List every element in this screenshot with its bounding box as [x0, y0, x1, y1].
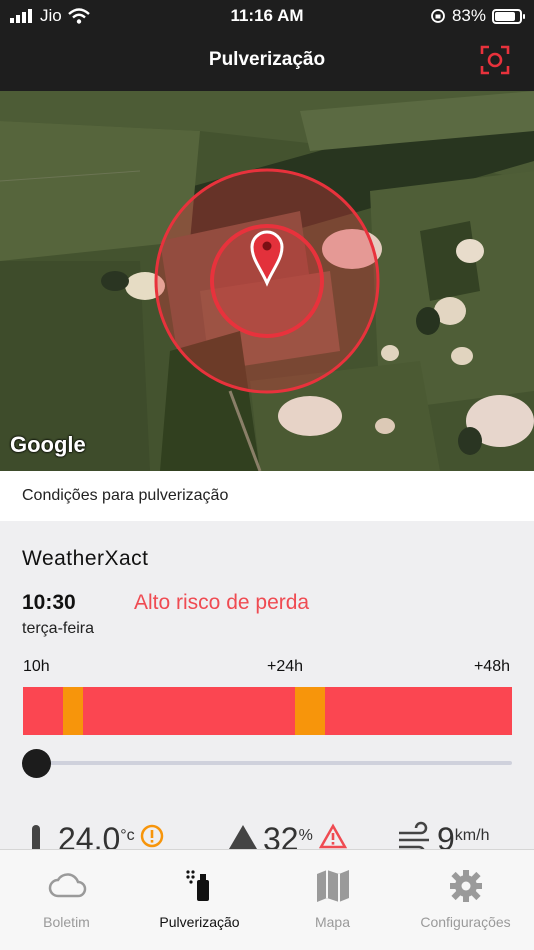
- google-logo: Google: [10, 432, 86, 457]
- locate-target-icon[interactable]: [480, 45, 510, 75]
- humidity-drop-icon: [229, 825, 257, 849]
- section-title: Condições para pulverização: [22, 487, 229, 504]
- tab-label: Configurações: [420, 914, 511, 930]
- tab-boletim[interactable]: Boletim: [0, 850, 133, 950]
- timeline-label-end: +48h: [473, 658, 510, 675]
- tab-label: Pulverização: [159, 914, 240, 930]
- warning-circle-icon: [140, 824, 163, 848]
- tab-bar: Boletim Pulverização Mapa Configurações: [0, 849, 534, 950]
- moderate-risk-segment: [295, 687, 325, 735]
- wind-unit: km/h: [454, 827, 490, 844]
- wind-icon: [399, 821, 429, 849]
- forecast-time: 10:30: [22, 591, 76, 614]
- weather-metrics: 24,0 °c 32 % 9 km/h: [22, 821, 522, 849]
- tab-pulverizacao[interactable]: Pulverização: [133, 850, 266, 950]
- map-imagery: [0, 91, 534, 471]
- timeline-label-mid: +24h: [267, 658, 304, 675]
- tab-label: Boletim: [43, 914, 90, 930]
- battery-icon: [492, 8, 525, 24]
- risk-timeline-bar[interactable]: [23, 687, 512, 735]
- humidity-metric: 32 %: [227, 821, 349, 849]
- time-slider-track[interactable]: [36, 761, 512, 765]
- gear-icon: [449, 870, 482, 902]
- section-header: Condições para pulverização: [0, 471, 534, 521]
- thermometer-icon: [32, 825, 40, 849]
- risk-status: Alto risco de perda: [134, 591, 310, 614]
- page-title: Pulverização: [208, 49, 326, 70]
- tab-mapa[interactable]: Mapa: [266, 850, 399, 950]
- sprayer-icon: [185, 870, 209, 901]
- wind-value: 9: [437, 821, 455, 849]
- temperature-metric: 24,0 °c: [22, 821, 169, 849]
- navigation-bar: Pulverização: [0, 32, 534, 91]
- time-slider-thumb[interactable]: [22, 749, 51, 778]
- humidity-unit: %: [298, 827, 313, 844]
- satellite-map[interactable]: Google: [0, 91, 534, 471]
- tab-label: Mapa: [314, 914, 351, 930]
- wind-metric: 9 km/h: [397, 821, 489, 849]
- forecast-panel[interactable]: WeatherXact 10:30 terça-feira Alto risco…: [0, 521, 534, 849]
- tab-configuracoes[interactable]: Configurações: [399, 850, 532, 950]
- timeline-label-start: 10h: [23, 658, 50, 675]
- status-bar: Jio 11:16 AM 83%: [0, 0, 534, 32]
- map-icon: [316, 870, 349, 902]
- cloud-icon: [48, 873, 86, 898]
- forecast-weekday: terça-feira: [22, 620, 95, 637]
- provider-name: WeatherXact: [22, 547, 149, 570]
- orientation-lock-icon: [431, 9, 445, 23]
- battery-percent: 83%: [451, 6, 486, 25]
- temperature-unit: °c: [120, 827, 135, 844]
- temperature-value: 24,0: [58, 821, 121, 849]
- warning-triangle-icon: [318, 823, 347, 849]
- moderate-risk-segment: [62, 687, 84, 735]
- status-right: 83%: [430, 6, 525, 26]
- humidity-value: 32: [263, 821, 299, 849]
